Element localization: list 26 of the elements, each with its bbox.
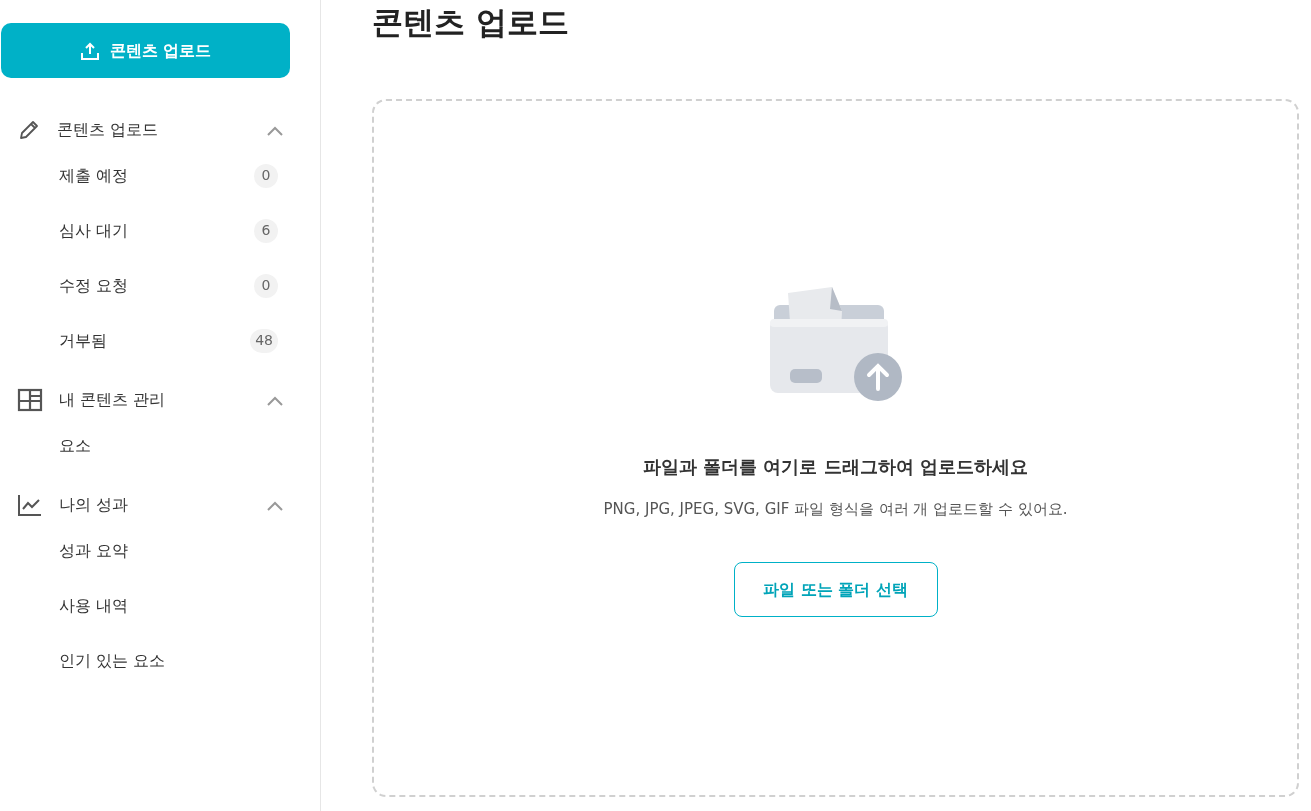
sidebar-item[interactable]: 심사 대기 — [59, 218, 129, 243]
sidebar-section-header[interactable]: 나의 성과 — [1, 487, 290, 523]
page-title: 콘텐츠 업로드 — [372, 3, 570, 42]
count-badge: 48 — [250, 328, 278, 353]
count-badge: 6 — [254, 218, 278, 243]
sidebar-section-header[interactable]: 콘텐츠 업로드 — [1, 112, 290, 148]
count-badge: 0 — [254, 273, 278, 298]
sidebar-section-header[interactable]: 내 콘텐츠 관리 — [1, 382, 290, 418]
drop-zone[interactable]: 파일과 폴더를 여기로 드래그하여 업로드하세요 PNG, JPG, JPEG, SVG, GIF 파일 형식을 여러 개 업로드할 수 있어요. 파일 또는 폴더 선택 — [372, 99, 1299, 797]
dropzone-heading: 파일과 폴더를 여기로 드래그하여 업로드하세요 — [642, 454, 1029, 479]
upload-icon — [79, 40, 100, 61]
sidebar-item[interactable]: 요소 — [59, 433, 91, 458]
sidebar-item[interactable]: 제출 예정 — [59, 163, 129, 188]
sidebar-item[interactable]: 성과 요약 — [59, 538, 129, 563]
sidebar-item[interactable]: 인기 있는 요소 — [59, 648, 166, 673]
dropzone-hint: PNG, JPG, JPEG, SVG, GIF 파일 형식을 여러 개 업로드할 수 있어요. — [603, 498, 1068, 520]
sidebar-item[interactable]: 수정 요청 — [59, 273, 129, 298]
grid-icon — [17, 388, 43, 412]
chevron-up-icon[interactable] — [266, 499, 284, 512]
sidebar-item[interactable]: 거부됨 — [59, 328, 107, 353]
pencil-icon — [17, 118, 41, 142]
chevron-up-icon[interactable] — [266, 124, 284, 137]
line-chart-icon — [17, 493, 43, 517]
count-badge: 0 — [254, 163, 278, 188]
chevron-up-icon[interactable] — [266, 394, 284, 407]
sidebar-item[interactable]: 사용 내역 — [59, 593, 129, 618]
